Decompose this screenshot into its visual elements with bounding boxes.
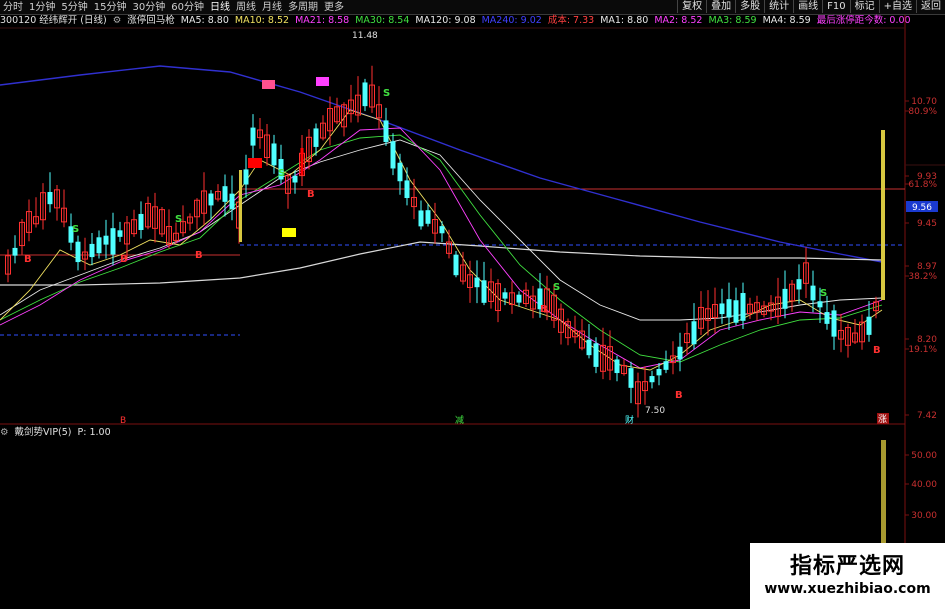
indicator-axis-label: 30.00 bbox=[911, 511, 937, 521]
price-axis-label: 61.8% bbox=[908, 180, 937, 190]
price-axis-label: 8.20 bbox=[917, 335, 937, 345]
indicator-p: P: 1.00 bbox=[77, 427, 111, 438]
indicator-title[interactable]: 戴剑势VIP(5) bbox=[15, 427, 72, 439]
candle-body bbox=[313, 128, 319, 147]
bottom-marker: 财 bbox=[625, 414, 634, 426]
candle-body bbox=[586, 339, 592, 356]
candle-body bbox=[292, 175, 298, 183]
indicator-legend: ⚙ 戴剑势VIP(5) P: 1.00 bbox=[0, 427, 111, 439]
candle-body bbox=[663, 361, 669, 370]
candle-body bbox=[726, 299, 732, 318]
price-axis-label: 7.42 bbox=[917, 411, 937, 421]
candle-body bbox=[208, 193, 214, 206]
candle-body bbox=[117, 230, 123, 237]
candle-body bbox=[12, 247, 18, 256]
watermark-title: 指标严选网 bbox=[789, 554, 905, 579]
price-axis-label: 38.2% bbox=[908, 272, 937, 282]
yellow-bar bbox=[239, 170, 242, 242]
candle-body bbox=[817, 301, 823, 308]
candle-body bbox=[593, 343, 599, 367]
watermark-url: www.xuezhibiao.com bbox=[764, 581, 931, 597]
candle-body bbox=[516, 294, 522, 303]
ma21-line bbox=[0, 127, 883, 369]
price-axis-label: 80.9% bbox=[908, 107, 937, 117]
buy-marker: B bbox=[873, 345, 881, 356]
sell-marker: S bbox=[175, 214, 182, 225]
candle-body bbox=[404, 180, 410, 199]
high-label: 11.48 bbox=[352, 31, 378, 41]
candle-body bbox=[733, 300, 739, 323]
candle-body bbox=[362, 82, 368, 107]
candle-body bbox=[824, 312, 830, 324]
ma10-line bbox=[0, 109, 883, 371]
candlestick-chart: 10.7080.9%9.9361.8%9.458.9738.2%8.2019.1… bbox=[0, 15, 945, 609]
candle-body bbox=[47, 191, 53, 205]
candle-body bbox=[250, 127, 256, 146]
candle-body bbox=[740, 293, 746, 321]
marker-box bbox=[282, 228, 296, 237]
buy-marker: B bbox=[24, 254, 32, 265]
candle-body bbox=[691, 321, 697, 345]
candle-body bbox=[96, 237, 102, 254]
buy-marker: B bbox=[540, 304, 548, 315]
candle-body bbox=[103, 235, 109, 245]
candle-body bbox=[425, 210, 431, 224]
candle-body bbox=[271, 143, 277, 166]
candle-body bbox=[418, 210, 424, 227]
candle-body bbox=[439, 226, 445, 234]
candle-body bbox=[502, 292, 508, 299]
price-axis-label: 9.45 bbox=[917, 219, 937, 229]
buy-marker: B bbox=[120, 254, 128, 265]
candle-body bbox=[243, 169, 249, 185]
marker-box bbox=[262, 80, 275, 89]
price-axis-label: 8.97 bbox=[917, 262, 937, 272]
bottom-marker: 减 bbox=[455, 414, 464, 426]
candle-body bbox=[110, 228, 116, 255]
sell-marker: S bbox=[820, 288, 827, 299]
sell-marker: S bbox=[383, 88, 390, 99]
candle-body bbox=[229, 193, 235, 209]
candle-body bbox=[656, 369, 662, 376]
watermark: 指标严选网 www.xuezhibiao.com bbox=[750, 543, 945, 609]
yellow-bar bbox=[881, 130, 885, 300]
indicator-axis-label: 40.00 bbox=[911, 480, 937, 490]
sell-marker: S bbox=[553, 282, 560, 293]
candle-body bbox=[649, 376, 655, 383]
candle-body bbox=[222, 186, 228, 202]
candle-body bbox=[75, 241, 81, 263]
candle-body bbox=[89, 243, 95, 258]
price-axis-label: 10.70 bbox=[911, 97, 937, 107]
candle-body bbox=[138, 213, 144, 230]
low-label: 7.50 bbox=[645, 406, 665, 416]
sell-marker: S bbox=[278, 168, 285, 179]
bottom-marker: 涨 bbox=[878, 414, 887, 425]
candle-body bbox=[474, 277, 480, 288]
current-price-label: 9.56 bbox=[912, 203, 932, 213]
candle-body bbox=[390, 141, 396, 169]
candle-body bbox=[782, 288, 788, 309]
marker-box bbox=[248, 158, 262, 168]
sell-marker: S bbox=[72, 224, 79, 235]
candle-body bbox=[810, 285, 816, 301]
price-axis-label: 19.1% bbox=[908, 345, 937, 355]
indicator-gear-icon[interactable]: ⚙ bbox=[0, 427, 9, 439]
candle-body bbox=[719, 303, 725, 315]
candle-body bbox=[453, 254, 459, 276]
candle-body bbox=[628, 368, 634, 388]
candle-body bbox=[866, 316, 872, 335]
bottom-marker: B bbox=[120, 416, 126, 426]
candle-body bbox=[677, 346, 683, 360]
buy-marker: B bbox=[307, 189, 315, 200]
candle-body bbox=[614, 359, 620, 374]
buy-marker: B bbox=[195, 250, 203, 261]
candle-body bbox=[383, 120, 389, 142]
candle-body bbox=[796, 279, 802, 290]
candle-body bbox=[481, 280, 487, 303]
candle-body bbox=[397, 162, 403, 182]
indicator-axis-label: 50.00 bbox=[911, 451, 937, 461]
candle-body bbox=[831, 310, 837, 337]
marker-box bbox=[316, 77, 329, 86]
buy-marker: B bbox=[675, 390, 683, 401]
